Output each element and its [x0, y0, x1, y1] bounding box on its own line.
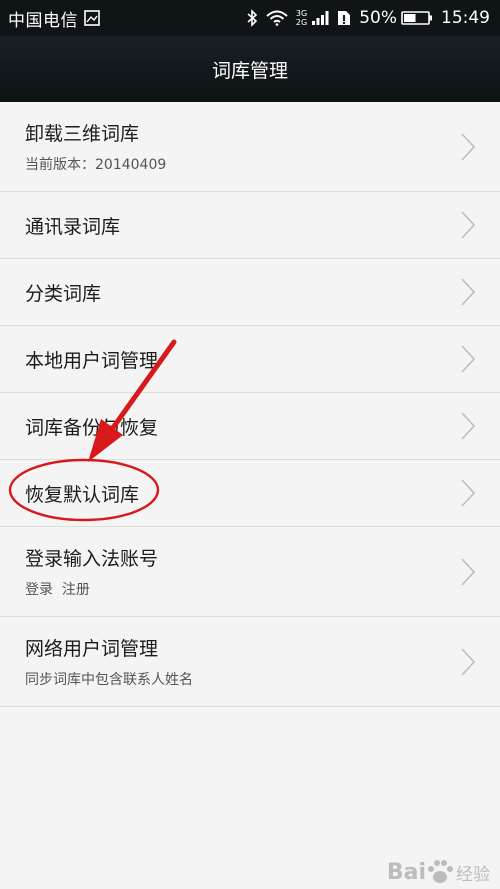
list-item-label: 分类词库: [25, 282, 102, 305]
battery-level-fill: [404, 14, 416, 22]
list-item-label: 本地用户词管理: [25, 349, 159, 372]
list-item-login-account[interactable]: 登录输入法账号 登录 注册: [0, 527, 500, 617]
list-item-uninstall-3d-dictionary[interactable]: 卸载三维词库 当前版本：20140409: [0, 102, 500, 192]
signal-icon: [312, 11, 329, 25]
wifi-icon: [266, 10, 288, 26]
battery-percent: 50%: [359, 8, 397, 28]
chevron-right-icon: [461, 412, 476, 440]
status-right: 3G 2G 50% 15:49: [238, 8, 490, 28]
battery-icon: [401, 11, 432, 25]
app-header: 词库管理: [0, 36, 500, 102]
carrier-name: 中国电信: [8, 10, 78, 31]
paw-icon: [428, 860, 453, 883]
network-type-top: 3G: [295, 9, 308, 18]
list-item-label: 卸载三维词库: [25, 123, 140, 145]
chevron-right-icon: [461, 278, 476, 306]
status-left: 中国电信: [8, 6, 100, 31]
chevron-right-icon: [461, 479, 476, 507]
watermark-suffix: 经验: [456, 864, 490, 885]
chevron-right-icon: [461, 211, 476, 239]
list-item-category-dictionary[interactable]: 分类词库: [0, 259, 500, 326]
network-type: 3G 2G: [296, 9, 307, 27]
image-notification-icon: [84, 10, 100, 26]
list-item-subtitle: 同步词库中包含联系人姓名: [25, 672, 193, 688]
list-item-local-user-words[interactable]: 本地用户词管理: [0, 326, 500, 393]
status-bar: 中国电信 3G 2G 50% 15:49: [0, 0, 500, 36]
list-item-label: 网络用户词管理: [25, 638, 159, 660]
list-item-backup-restore[interactable]: 词库备份与恢复: [0, 393, 500, 460]
list-item-label: 登录输入法账号: [25, 548, 159, 570]
list-item-contacts-dictionary[interactable]: 通讯录词库: [0, 192, 500, 259]
chevron-right-icon: [461, 647, 476, 676]
list-item-label: 恢复默认词库: [25, 483, 140, 506]
list-item-restore-default-dictionary[interactable]: 恢复默认词库: [0, 460, 500, 527]
page-title: 词库管理: [211, 59, 288, 82]
chevron-right-icon: [461, 557, 476, 586]
list-item-network-user-words[interactable]: 网络用户词管理 同步词库中包含联系人姓名: [0, 617, 500, 707]
list-item-subtitle: 当前版本：20140409: [25, 157, 167, 173]
network-type-bottom: 2G: [295, 18, 308, 27]
bluetooth-icon: [247, 9, 258, 27]
list-item-label: 词库备份与恢复: [25, 416, 159, 439]
list-item-label: 通讯录词库: [25, 215, 121, 238]
baidu-jingyan-watermark: Bai 经验: [387, 859, 490, 885]
sim-alert-icon: [338, 11, 351, 25]
chevron-right-icon: [461, 345, 476, 373]
list-item-subtitle: 登录 注册: [25, 582, 90, 598]
chevron-right-icon: [461, 132, 476, 161]
clock: 15:49: [441, 8, 490, 28]
watermark-logo-text: Bai: [386, 859, 426, 885]
settings-list: 卸载三维词库 当前版本：20140409 通讯录词库 分类词库 本地用户词管理 …: [0, 102, 500, 707]
